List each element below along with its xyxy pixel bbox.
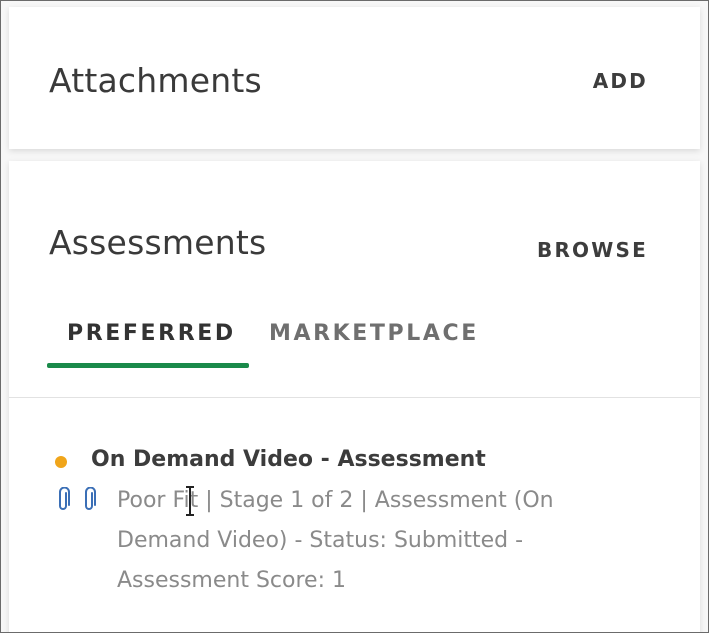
- tab-marketplace[interactable]: MARKETPLACE: [269, 321, 479, 346]
- add-attachment-button[interactable]: ADD: [593, 69, 648, 93]
- paperclip-icon[interactable]: [55, 487, 71, 513]
- browse-assessments-button[interactable]: BROWSE: [537, 238, 648, 262]
- tab-preferred[interactable]: PREFERRED: [67, 321, 236, 346]
- assessments-title: Assessments: [49, 223, 267, 262]
- attachment-icons: [55, 487, 101, 513]
- attachments-title: Attachments: [49, 61, 262, 100]
- assessments-card: Assessments BROWSE PREFERRED MARKETPLACE…: [9, 161, 700, 632]
- assessment-item-title[interactable]: On Demand Video - Assessment: [91, 447, 486, 472]
- app-frame: Attachments ADD Assessments BROWSE PREFE…: [0, 0, 709, 633]
- text-cursor-icon: [186, 486, 194, 516]
- attachments-card: Attachments ADD: [9, 7, 700, 149]
- active-tab-indicator: [47, 363, 249, 368]
- tabs-divider: [9, 397, 700, 398]
- assessment-tabs: PREFERRED MARKETPLACE: [47, 311, 507, 371]
- paperclip-icon[interactable]: [81, 487, 97, 513]
- status-dot-icon: [55, 456, 67, 468]
